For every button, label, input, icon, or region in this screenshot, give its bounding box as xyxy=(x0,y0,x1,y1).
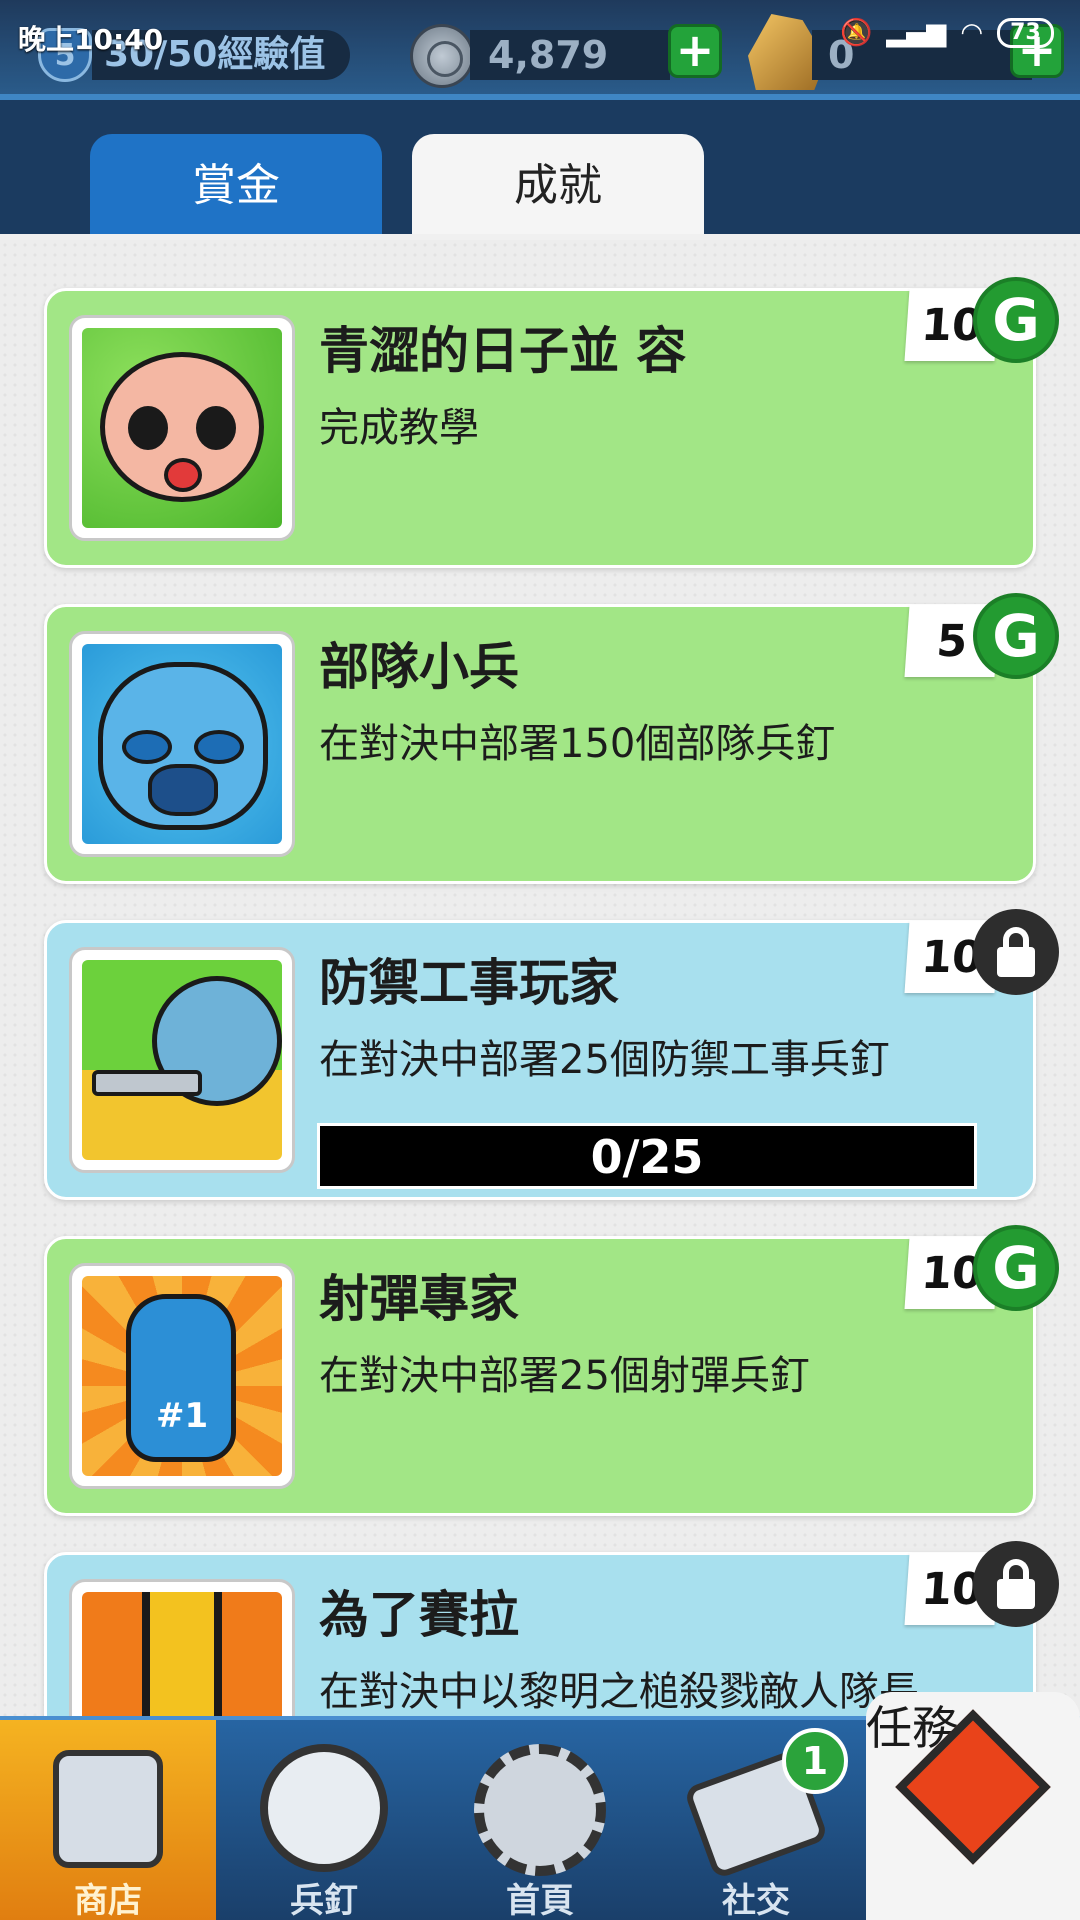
top-resource-bar: 晚上10:40 5 30/50經驗值 4,879 + 0 + 🔕 ▂▄▆ ◠ 7… xyxy=(0,0,1080,100)
achievement-card[interactable]: 青澀的日子並 容 完成教學 10 G xyxy=(44,277,1059,568)
achievement-title: 為了賽拉 xyxy=(319,1586,519,1644)
nav-label: 社交 xyxy=(722,1881,790,1920)
battery-icon: 73 xyxy=(997,18,1054,48)
achievement-desc: 在對決中部署150個部隊兵釘 xyxy=(319,721,836,767)
achievement-title: 防禦工事玩家 xyxy=(319,954,619,1012)
tab-bounty[interactable]: 賞金 xyxy=(90,134,382,234)
achievement-card[interactable]: 防禦工事玩家 在對決中部署25個防禦工事兵釘 0/25 10 xyxy=(44,909,1059,1200)
tab-achievements[interactable]: 成就 xyxy=(412,134,704,234)
achievement-desc: 在對決中部署25個射彈兵釘 xyxy=(319,1353,810,1399)
foam-finger-icon: #1 xyxy=(69,1263,295,1489)
lock-icon xyxy=(973,909,1059,995)
nav-label: 商店 xyxy=(74,1881,142,1920)
home-gear-icon xyxy=(474,1744,606,1876)
notification-badge: 1 xyxy=(782,1728,848,1794)
nav-quests[interactable]: 任務 xyxy=(866,1692,1080,1920)
coin-icon xyxy=(410,24,474,88)
achievement-list[interactable]: 青澀的日子並 容 完成教學 10 G 部隊小兵 在對決中部署150個部隊兵釘 5… xyxy=(0,240,1080,1716)
wifi-icon: ◠ xyxy=(960,18,984,48)
bottom-nav: 商店 兵釘 首頁 社交 1 任務 xyxy=(0,1692,1080,1920)
nav-label: 兵釘 xyxy=(290,1881,358,1920)
gold-reward-icon[interactable]: G xyxy=(973,277,1059,363)
mute-icon: 🔕 xyxy=(840,18,873,48)
tab-bar: 賞金 成就 xyxy=(0,100,1080,234)
achievement-card[interactable]: 部隊小兵 在對決中部署150個部隊兵釘 5 G xyxy=(44,593,1059,884)
achievement-card[interactable]: #1 射彈專家 在對決中部署25個射彈兵釘 10 G xyxy=(44,1225,1059,1516)
achievement-desc: 在對決中部署25個防禦工事兵釘 xyxy=(319,1037,890,1083)
pawn-icon xyxy=(260,1744,388,1872)
system-status-icons: 🔕 ▂▄▆ ◠ 73 xyxy=(840,18,1054,48)
gold-reward-icon[interactable]: G xyxy=(973,593,1059,679)
achievement-title: 部隊小兵 xyxy=(319,638,519,696)
achievement-desc: 在對決中以黎明之槌殺戮敵人隊長 xyxy=(319,1669,919,1715)
lock-icon xyxy=(973,1541,1059,1627)
nav-pawns[interactable]: 兵釘 xyxy=(216,1720,432,1920)
progress-bar: 0/25 xyxy=(317,1123,977,1189)
achievement-desc: 完成教學 xyxy=(319,405,479,451)
nav-home[interactable]: 首頁 xyxy=(432,1720,648,1920)
add-coins-button[interactable]: + xyxy=(668,24,722,78)
soldier-helmet-icon xyxy=(69,631,295,857)
shop-icon xyxy=(53,1750,163,1868)
turret-icon xyxy=(69,947,295,1173)
gold-reward-icon[interactable]: G xyxy=(973,1225,1059,1311)
nav-shop[interactable]: 商店 xyxy=(0,1720,216,1920)
strike-icon xyxy=(69,1579,295,1716)
coin-counter: 4,879 xyxy=(470,30,670,80)
status-time: 晚上10:40 xyxy=(18,23,164,56)
baby-face-icon xyxy=(69,315,295,541)
signal-icon: ▂▄▆ xyxy=(886,18,947,48)
nav-label: 首頁 xyxy=(506,1881,574,1920)
achievement-title: 青澀的日子並 容 xyxy=(319,322,687,380)
achievement-title: 射彈專家 xyxy=(319,1270,519,1328)
